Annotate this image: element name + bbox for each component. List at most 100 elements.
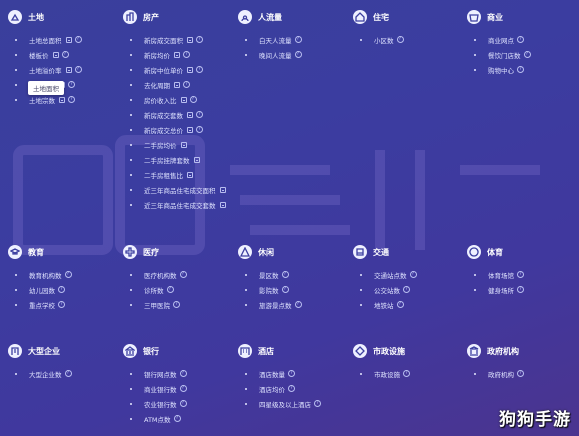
help-icon[interactable]: ? — [403, 286, 410, 293]
indicator-item[interactable]: 旅游景点数? — [245, 297, 302, 312]
table-icon[interactable] — [219, 186, 226, 193]
help-icon[interactable]: ? — [281, 271, 289, 278]
help-icon[interactable]: ? — [179, 370, 187, 377]
indicator-item[interactable]: 新房均价? — [130, 47, 226, 62]
indicator-item[interactable]: 新房成交总价? — [130, 122, 226, 137]
indicator-item[interactable]: 三甲医院? — [130, 297, 187, 312]
help-icon[interactable]: ? — [196, 36, 203, 43]
indicator-item[interactable]: 影院数? — [245, 282, 302, 297]
help-icon[interactable]: ? — [196, 126, 203, 133]
table-icon[interactable] — [180, 141, 187, 148]
help-icon[interactable]: ? — [74, 66, 82, 73]
help-icon[interactable]: ? — [294, 301, 302, 308]
table-icon[interactable] — [219, 201, 226, 208]
help-icon[interactable]: ? — [74, 36, 82, 43]
help-icon[interactable]: ? — [517, 286, 524, 293]
indicator-item[interactable]: 二手房均价 — [130, 137, 226, 152]
table-icon[interactable] — [187, 36, 193, 43]
table-icon[interactable] — [52, 51, 59, 58]
table-icon[interactable] — [65, 66, 72, 73]
help-icon[interactable]: ? — [396, 36, 404, 43]
indicator-item[interactable]: 去化周期? — [130, 77, 226, 92]
help-icon[interactable]: ? — [314, 400, 321, 407]
table-icon[interactable] — [193, 156, 200, 163]
help-icon[interactable]: ? — [179, 400, 187, 407]
indicator-item[interactable]: 酒店数量? — [245, 366, 321, 381]
table-icon[interactable] — [180, 96, 187, 103]
indicator-item[interactable]: 体育场馆? — [474, 267, 524, 282]
help-icon[interactable]: ? — [409, 271, 417, 278]
indicator-item[interactable]: 新房中位单价? — [130, 62, 226, 77]
indicator-item[interactable]: 政府机构? — [474, 366, 524, 381]
help-icon[interactable]: ? — [517, 66, 524, 73]
help-icon[interactable]: ? — [68, 81, 75, 88]
indicator-item[interactable]: 二手房租售比 — [130, 167, 226, 182]
indicator-item[interactable]: 房价收入比? — [130, 92, 226, 107]
help-icon[interactable]: ? — [183, 81, 190, 88]
help-icon[interactable]: ? — [196, 66, 203, 73]
table-icon[interactable] — [187, 66, 193, 73]
help-icon[interactable]: ? — [64, 370, 72, 377]
help-icon[interactable]: ? — [189, 96, 197, 103]
indicator-item[interactable]: 二手房挂牌套数 — [130, 152, 226, 167]
indicator-item[interactable]: 公交站数? — [360, 282, 417, 297]
indicator-item[interactable]: 楼板价? — [15, 47, 82, 62]
help-icon[interactable]: ? — [288, 370, 295, 377]
indicator-item[interactable]: 土地溢价率? — [15, 62, 82, 77]
indicator-item[interactable]: 银行网点数? — [130, 366, 187, 381]
indicator-item[interactable]: 重点学校? — [15, 297, 72, 312]
indicator-item[interactable]: 幼儿园数? — [15, 282, 72, 297]
indicator-item[interactable]: 地铁站? — [360, 297, 417, 312]
help-icon[interactable]: ? — [294, 36, 302, 43]
help-icon[interactable]: ? — [58, 286, 65, 293]
indicator-item[interactable]: 景区数? — [245, 267, 302, 282]
help-icon[interactable]: ? — [68, 96, 75, 103]
indicator-item[interactable]: 商业网点? — [474, 32, 531, 47]
indicator-item[interactable]: 小区数? — [360, 32, 404, 47]
help-icon[interactable]: ? — [196, 111, 203, 118]
table-icon[interactable] — [59, 96, 65, 103]
indicator-item[interactable]: 市政设施? — [360, 366, 410, 381]
indicator-item[interactable]: 近三年商品住宅成交面积 — [130, 182, 226, 197]
help-icon[interactable]: ? — [517, 370, 524, 377]
indicator-item[interactable]: 大型企业数? — [15, 366, 72, 381]
indicator-item[interactable]: 土地总面积? — [15, 32, 82, 47]
help-icon[interactable]: ? — [173, 301, 180, 308]
indicator-item[interactable]: 交通站点数? — [360, 267, 417, 282]
indicator-item[interactable]: 医疗机构数? — [130, 267, 187, 282]
indicator-item[interactable]: 近三年商品住宅成交套数 — [130, 197, 226, 212]
indicator-item[interactable]: 白天人流量? — [245, 32, 302, 47]
table-icon[interactable] — [174, 81, 180, 88]
indicator-item[interactable]: 新房成交面积? — [130, 32, 226, 47]
indicator-item[interactable]: ATM点数? — [130, 411, 187, 426]
indicator-item[interactable]: 商业银行数? — [130, 381, 187, 396]
help-icon[interactable]: ? — [403, 370, 410, 377]
indicator-item[interactable]: 教育机构数? — [15, 267, 72, 282]
help-icon[interactable]: ? — [166, 286, 174, 293]
table-icon[interactable] — [174, 51, 180, 58]
indicator-item[interactable]: 晚间人流量? — [245, 47, 302, 62]
help-icon[interactable]: ? — [396, 301, 404, 308]
indicator-item[interactable]: 新房成交套数? — [130, 107, 226, 122]
help-icon[interactable]: ? — [281, 286, 289, 293]
help-icon[interactable]: ? — [517, 36, 524, 43]
help-icon[interactable]: ? — [294, 51, 302, 58]
table-icon[interactable] — [187, 126, 193, 133]
indicator-item[interactable]: 购物中心? — [474, 62, 531, 77]
help-icon[interactable]: ? — [179, 385, 187, 392]
help-icon[interactable]: ? — [517, 271, 524, 278]
help-icon[interactable]: ? — [173, 415, 181, 422]
indicator-item[interactable]: 餐饮门店数? — [474, 47, 531, 62]
help-icon[interactable]: ? — [61, 51, 69, 58]
indicator-item[interactable]: 酒店均价? — [245, 381, 321, 396]
help-icon[interactable]: ? — [179, 271, 187, 278]
help-icon[interactable]: ? — [58, 301, 65, 308]
indicator-item[interactable]: 诊所数? — [130, 282, 187, 297]
table-icon[interactable] — [187, 171, 193, 178]
indicator-item[interactable]: 健身场所? — [474, 282, 524, 297]
indicator-item[interactable]: 四星级及以上酒店? — [245, 396, 321, 411]
help-icon[interactable]: ? — [523, 51, 531, 58]
help-icon[interactable]: ? — [64, 271, 72, 278]
table-icon[interactable] — [65, 36, 72, 43]
help-icon[interactable]: ? — [183, 51, 190, 58]
